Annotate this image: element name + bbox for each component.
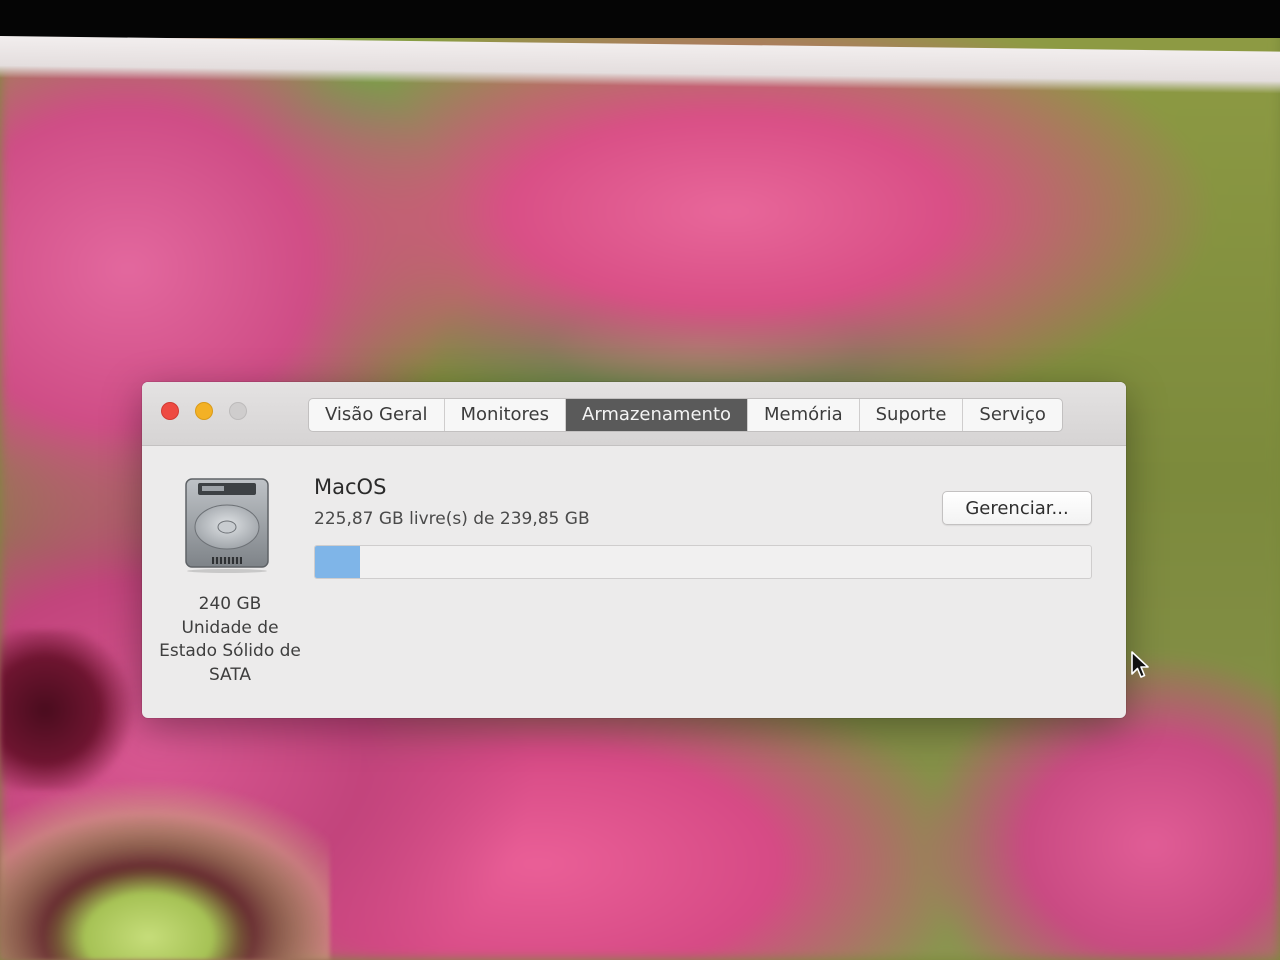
tab-monitores[interactable]: Monitores bbox=[445, 399, 566, 431]
minimize-button[interactable] bbox=[195, 402, 213, 420]
volume-free-space: 225,87 GB livre(s) de 239,85 GB bbox=[314, 509, 590, 529]
window-titlebar[interactable]: Visão Geral Monitores Armazenamento Memó… bbox=[142, 382, 1126, 446]
tab-visao-geral[interactable]: Visão Geral bbox=[309, 399, 445, 431]
hard-drive-icon bbox=[185, 478, 269, 573]
storage-used-segment bbox=[315, 546, 361, 578]
manage-button[interactable]: Gerenciar... bbox=[942, 491, 1092, 525]
wallpaper-flower-center bbox=[0, 630, 150, 790]
storage-panel: 240 GB Unidade de Estado Sólido de SATA … bbox=[142, 447, 1126, 718]
tab-armazenamento[interactable]: Armazenamento bbox=[566, 399, 749, 431]
disk-type-line-3: SATA bbox=[208, 664, 252, 685]
tab-suporte[interactable]: Suporte bbox=[860, 399, 964, 431]
wallpaper-flower-stamen bbox=[0, 770, 330, 960]
about-this-mac-window: Visão Geral Monitores Armazenamento Memó… bbox=[142, 382, 1126, 718]
tab-servico[interactable]: Serviço bbox=[963, 399, 1061, 431]
mouse-pointer-icon bbox=[1131, 651, 1149, 678]
disk-description: 240 GB Unidade de Estado Sólido de SATA bbox=[148, 593, 312, 687]
screen-edge bbox=[0, 0, 1280, 38]
close-button[interactable] bbox=[161, 402, 179, 420]
volume-name: MacOS bbox=[314, 475, 387, 499]
tab-bar: Visão Geral Monitores Armazenamento Memó… bbox=[308, 398, 1063, 432]
disk-type-line-1: Unidade de bbox=[181, 617, 279, 638]
disk-capacity: 240 GB bbox=[198, 594, 262, 614]
tab-memoria[interactable]: Memória bbox=[748, 399, 860, 431]
storage-usage-bar[interactable] bbox=[314, 545, 1092, 579]
disk-type-line-2: Estado Sólido de bbox=[159, 641, 301, 661]
zoom-button-disabled bbox=[229, 402, 247, 420]
